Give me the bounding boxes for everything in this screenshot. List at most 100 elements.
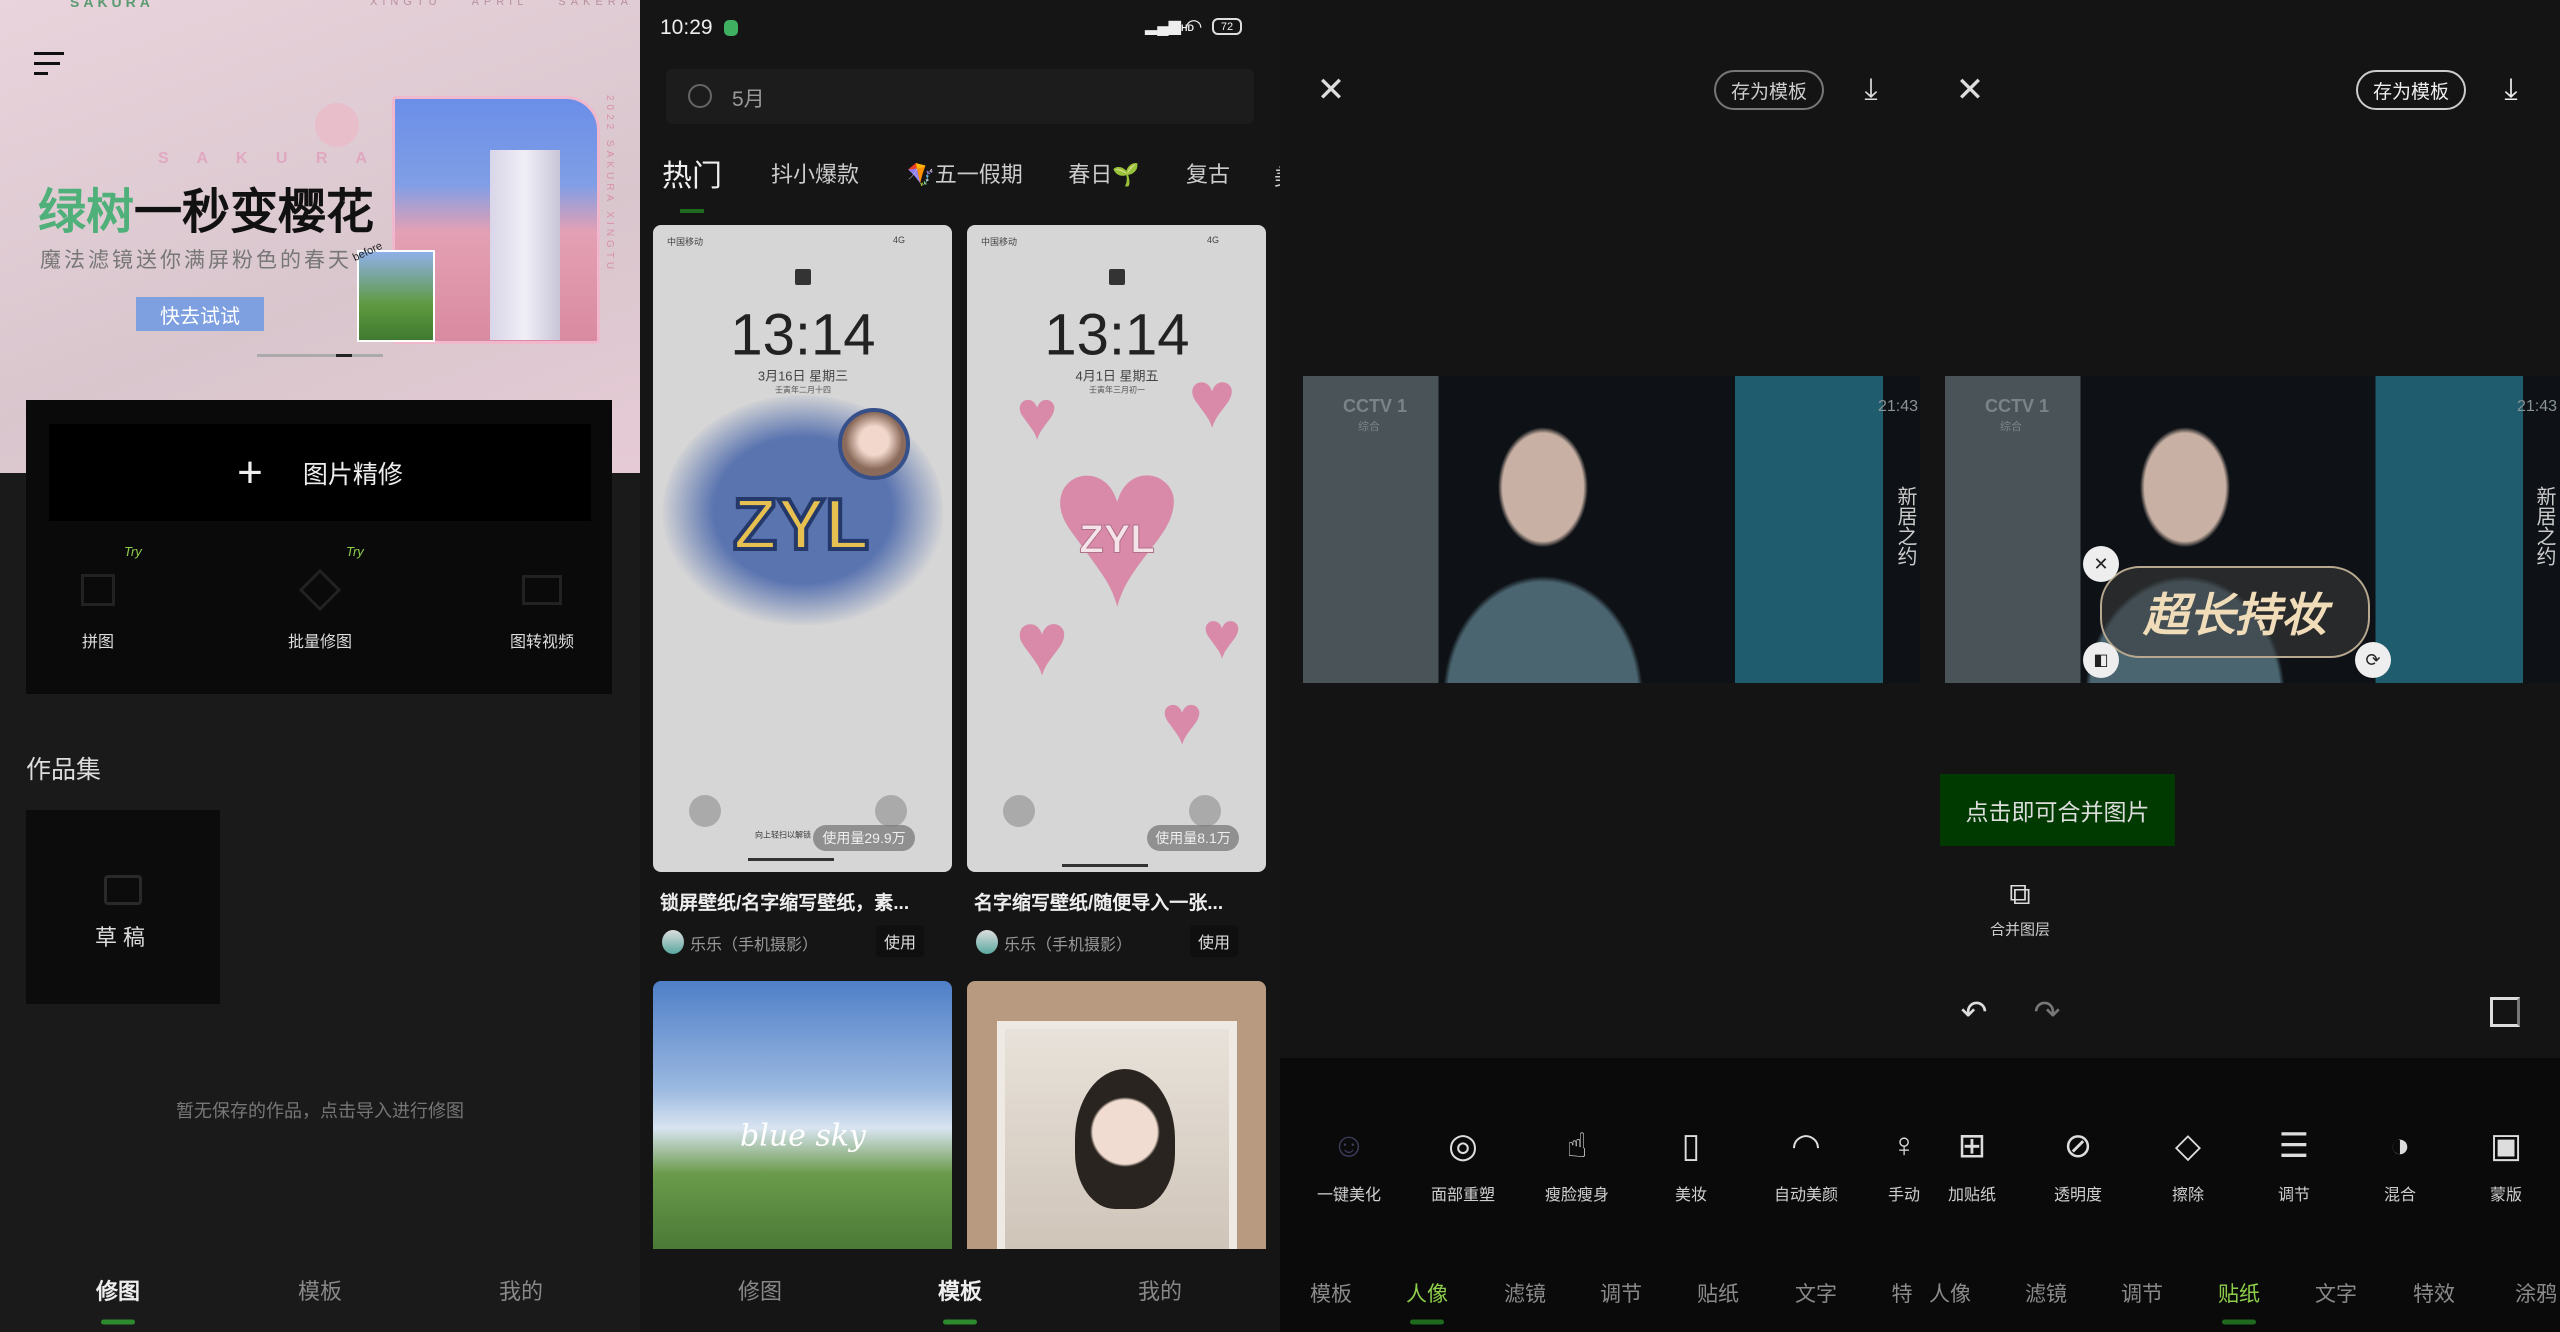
tab-retro[interactable]: 复古 — [1186, 157, 1230, 189]
battery-icon: 72 — [1212, 18, 1242, 35]
editor-tab[interactable]: 模板 — [1310, 1278, 1352, 1308]
template-card[interactable]: 中国移动 4G 13:14 4月1日 星期五 壬寅年三月初一 ♥ ♥ ♥ ♥ ♥… — [967, 225, 1266, 872]
tool-label: 手动 — [1887, 1187, 1921, 1204]
save-template-button[interactable]: 存为模板 — [2356, 70, 2466, 110]
card-art-text: blue sky — [740, 1118, 866, 1154]
editor-tab[interactable]: 滤镜 — [1504, 1278, 1546, 1308]
author-name[interactable]: 乐乐（手机摄影） — [1004, 931, 1132, 955]
tab-hot[interactable]: 热门 — [662, 151, 722, 195]
card-title[interactable]: 名字缩写壁纸/随便导入一张... — [974, 888, 1223, 915]
banner-photo-before — [357, 250, 435, 342]
author-name[interactable]: 乐乐（手机摄影） — [690, 931, 818, 955]
nav-active-indicator — [101, 1319, 135, 1325]
merge-layer-label: 合并图层 — [1989, 921, 2051, 939]
sticker-text[interactable]: 超长持妆 — [2100, 566, 2370, 658]
nav-templates[interactable]: 模板 — [938, 1274, 982, 1306]
template-card[interactable] — [967, 981, 1266, 1249]
photo-canvas[interactable]: CCTV 1 综合 21:43 新居之约 超长持妆 ✕ ◧ ⟳ — [1945, 376, 2560, 683]
banner-brand: SAKURA — [70, 0, 154, 10]
section-title: 作品集 — [26, 756, 102, 784]
nav-templates[interactable]: 模板 — [298, 1274, 342, 1306]
template-card[interactable]: blue sky — [653, 981, 952, 1249]
search-input[interactable]: 5月 — [666, 69, 1254, 124]
photo-canvas[interactable]: CCTV 1 综合 21:43 新居之约 — [1303, 376, 1920, 683]
undo-icon[interactable]: ↶ — [1961, 993, 1988, 1031]
editor-tab[interactable]: 滤镜 — [2025, 1278, 2067, 1308]
sticker-delete-icon[interactable]: ✕ — [2083, 546, 2119, 582]
redo-icon[interactable]: ↷ — [2034, 993, 2061, 1031]
editor-tab[interactable]: 贴纸 — [1697, 1278, 1739, 1308]
tool-label: 混合 — [2383, 1187, 2417, 1204]
hamburger-menu-icon[interactable] — [34, 52, 64, 76]
card-date: 3月16日 星期三 — [757, 368, 849, 384]
photo-retouch-button[interactable]: + 图片精修 — [49, 424, 591, 521]
merge-layer-icon: ⧉ — [2009, 878, 2031, 911]
nav-retouch[interactable]: 修图 — [738, 1274, 782, 1306]
card-title[interactable]: 锁屏壁纸/名字缩写壁纸，素... — [660, 888, 909, 915]
tool-label: 擦除 — [2171, 1187, 2205, 1204]
headline-green: 绿树 — [38, 186, 135, 239]
card-network: 4G — [1207, 235, 1220, 245]
tab-spring[interactable]: 春日🌱 — [1068, 157, 1139, 189]
image-clock: 21:43 — [1878, 398, 1919, 415]
editor-tab[interactable]: 调节 — [2121, 1278, 2163, 1308]
editor-tab[interactable]: 涂鸦 — [2515, 1278, 2557, 1308]
tab-active-indicator — [680, 209, 704, 213]
image-channel-sub: 综合 — [1358, 421, 1380, 433]
card-date: 4月1日 星期五 — [1075, 368, 1159, 384]
flashlight-icon — [689, 795, 721, 827]
save-template-button[interactable]: 存为模板 — [1714, 70, 1824, 110]
merge-layer-button[interactable]: ⧉ 合并图层 — [1980, 875, 2060, 945]
tab-label: 春日 — [1068, 162, 1113, 187]
image-clock: 21:43 — [2517, 398, 2558, 415]
compare-icon[interactable] — [2490, 997, 2520, 1027]
editor-tab[interactable]: 特 — [1892, 1278, 1913, 1308]
photo-retouch-label: 图片精修 — [302, 460, 403, 489]
plus-icon: + — [237, 447, 263, 497]
image-channel-logo: CCTV 1 — [1343, 396, 1408, 416]
lock-icon — [795, 269, 811, 285]
download-icon[interactable]: ⤓ — [2504, 73, 2517, 107]
editor-tab[interactable]: 人像 — [1929, 1278, 1971, 1308]
nav-active-indicator — [943, 1319, 977, 1325]
nav-mine[interactable]: 我的 — [499, 1274, 543, 1306]
editor-tab[interactable]: 文字 — [2315, 1278, 2357, 1308]
tab-active-indicator — [2222, 1319, 2256, 1325]
use-template-button[interactable]: 使用 — [876, 925, 924, 957]
editor-screen: ✕ 存为模板 ⤓ ✕ 存为模板 ⤓ CCTV 1 综合 21:43 新居之约 C… — [1280, 0, 2560, 1332]
editor-tab[interactable]: 人像 — [1406, 1278, 1448, 1308]
swipe-hint: 向上轻扫以解锁 — [755, 830, 811, 840]
flashlight-icon — [1003, 795, 1035, 827]
pink-heart-small: ♥ — [1015, 594, 1069, 695]
status-time: 10:29 — [660, 16, 713, 39]
face-reshape-icon: ◎ — [1448, 1127, 1478, 1165]
editor-tab[interactable]: 调节 — [1600, 1278, 1642, 1308]
camera-icon — [1189, 795, 1221, 827]
editor-tab[interactable]: 文字 — [1795, 1278, 1837, 1308]
auto-beauty-icon: ◠ — [1791, 1127, 1821, 1165]
merge-images-button[interactable]: 点击即可合并图片 — [1940, 774, 2175, 846]
tools-panel: ☺ 一键美化 ◎ 面部重塑 ☝ 瘦脸瘦身 ▯ 美妆 ◠ 自动美颜 ♀ 手动 ⊞ 加贴纸 ⊘ 透明度 ◇ 擦除 ☰ 调节… — [1280, 1058, 2560, 1332]
editor-tab[interactable]: 贴纸 — [2218, 1278, 2260, 1308]
sticker-flip-icon[interactable]: ◧ — [2083, 642, 2119, 678]
use-template-button[interactable]: 使用 — [1190, 925, 1238, 957]
close-icon[interactable]: ✕ — [1317, 70, 1346, 110]
editor-tab[interactable]: 特效 — [2413, 1278, 2455, 1308]
card-time: 13:14 — [1044, 302, 1190, 368]
sticker-rotate-icon[interactable]: ⟳ — [2355, 642, 2391, 678]
nav-retouch[interactable]: 修图 — [96, 1274, 140, 1306]
nav-mine[interactable]: 我的 — [1138, 1274, 1182, 1306]
card-carrier: 中国移动 — [981, 237, 1018, 247]
close-icon[interactable]: ✕ — [1956, 70, 1985, 110]
banner-sakura-caption: S A K U R A — [158, 150, 379, 167]
tool-label: 图转视频 — [509, 634, 575, 651]
download-icon[interactable]: ⤓ — [1864, 73, 1877, 107]
home-bar — [748, 858, 834, 861]
sprout-icon: 🌱 — [1112, 162, 1140, 187]
template-card[interactable]: 中国移动 4G 13:14 3月16日 星期三 壬寅年二月十四 ZYL 向上轻扫… — [653, 225, 952, 872]
tab-douyin[interactable]: 抖小爆款 — [771, 157, 859, 189]
banner-cta-button[interactable]: 快去试试 — [136, 297, 264, 331]
tab-may-day[interactable]: 🪁五一假期 — [907, 157, 1022, 189]
bottom-nav: 修图 模板 我的 — [640, 1250, 1280, 1332]
draft-box[interactable]: 草稿 — [26, 810, 220, 1004]
